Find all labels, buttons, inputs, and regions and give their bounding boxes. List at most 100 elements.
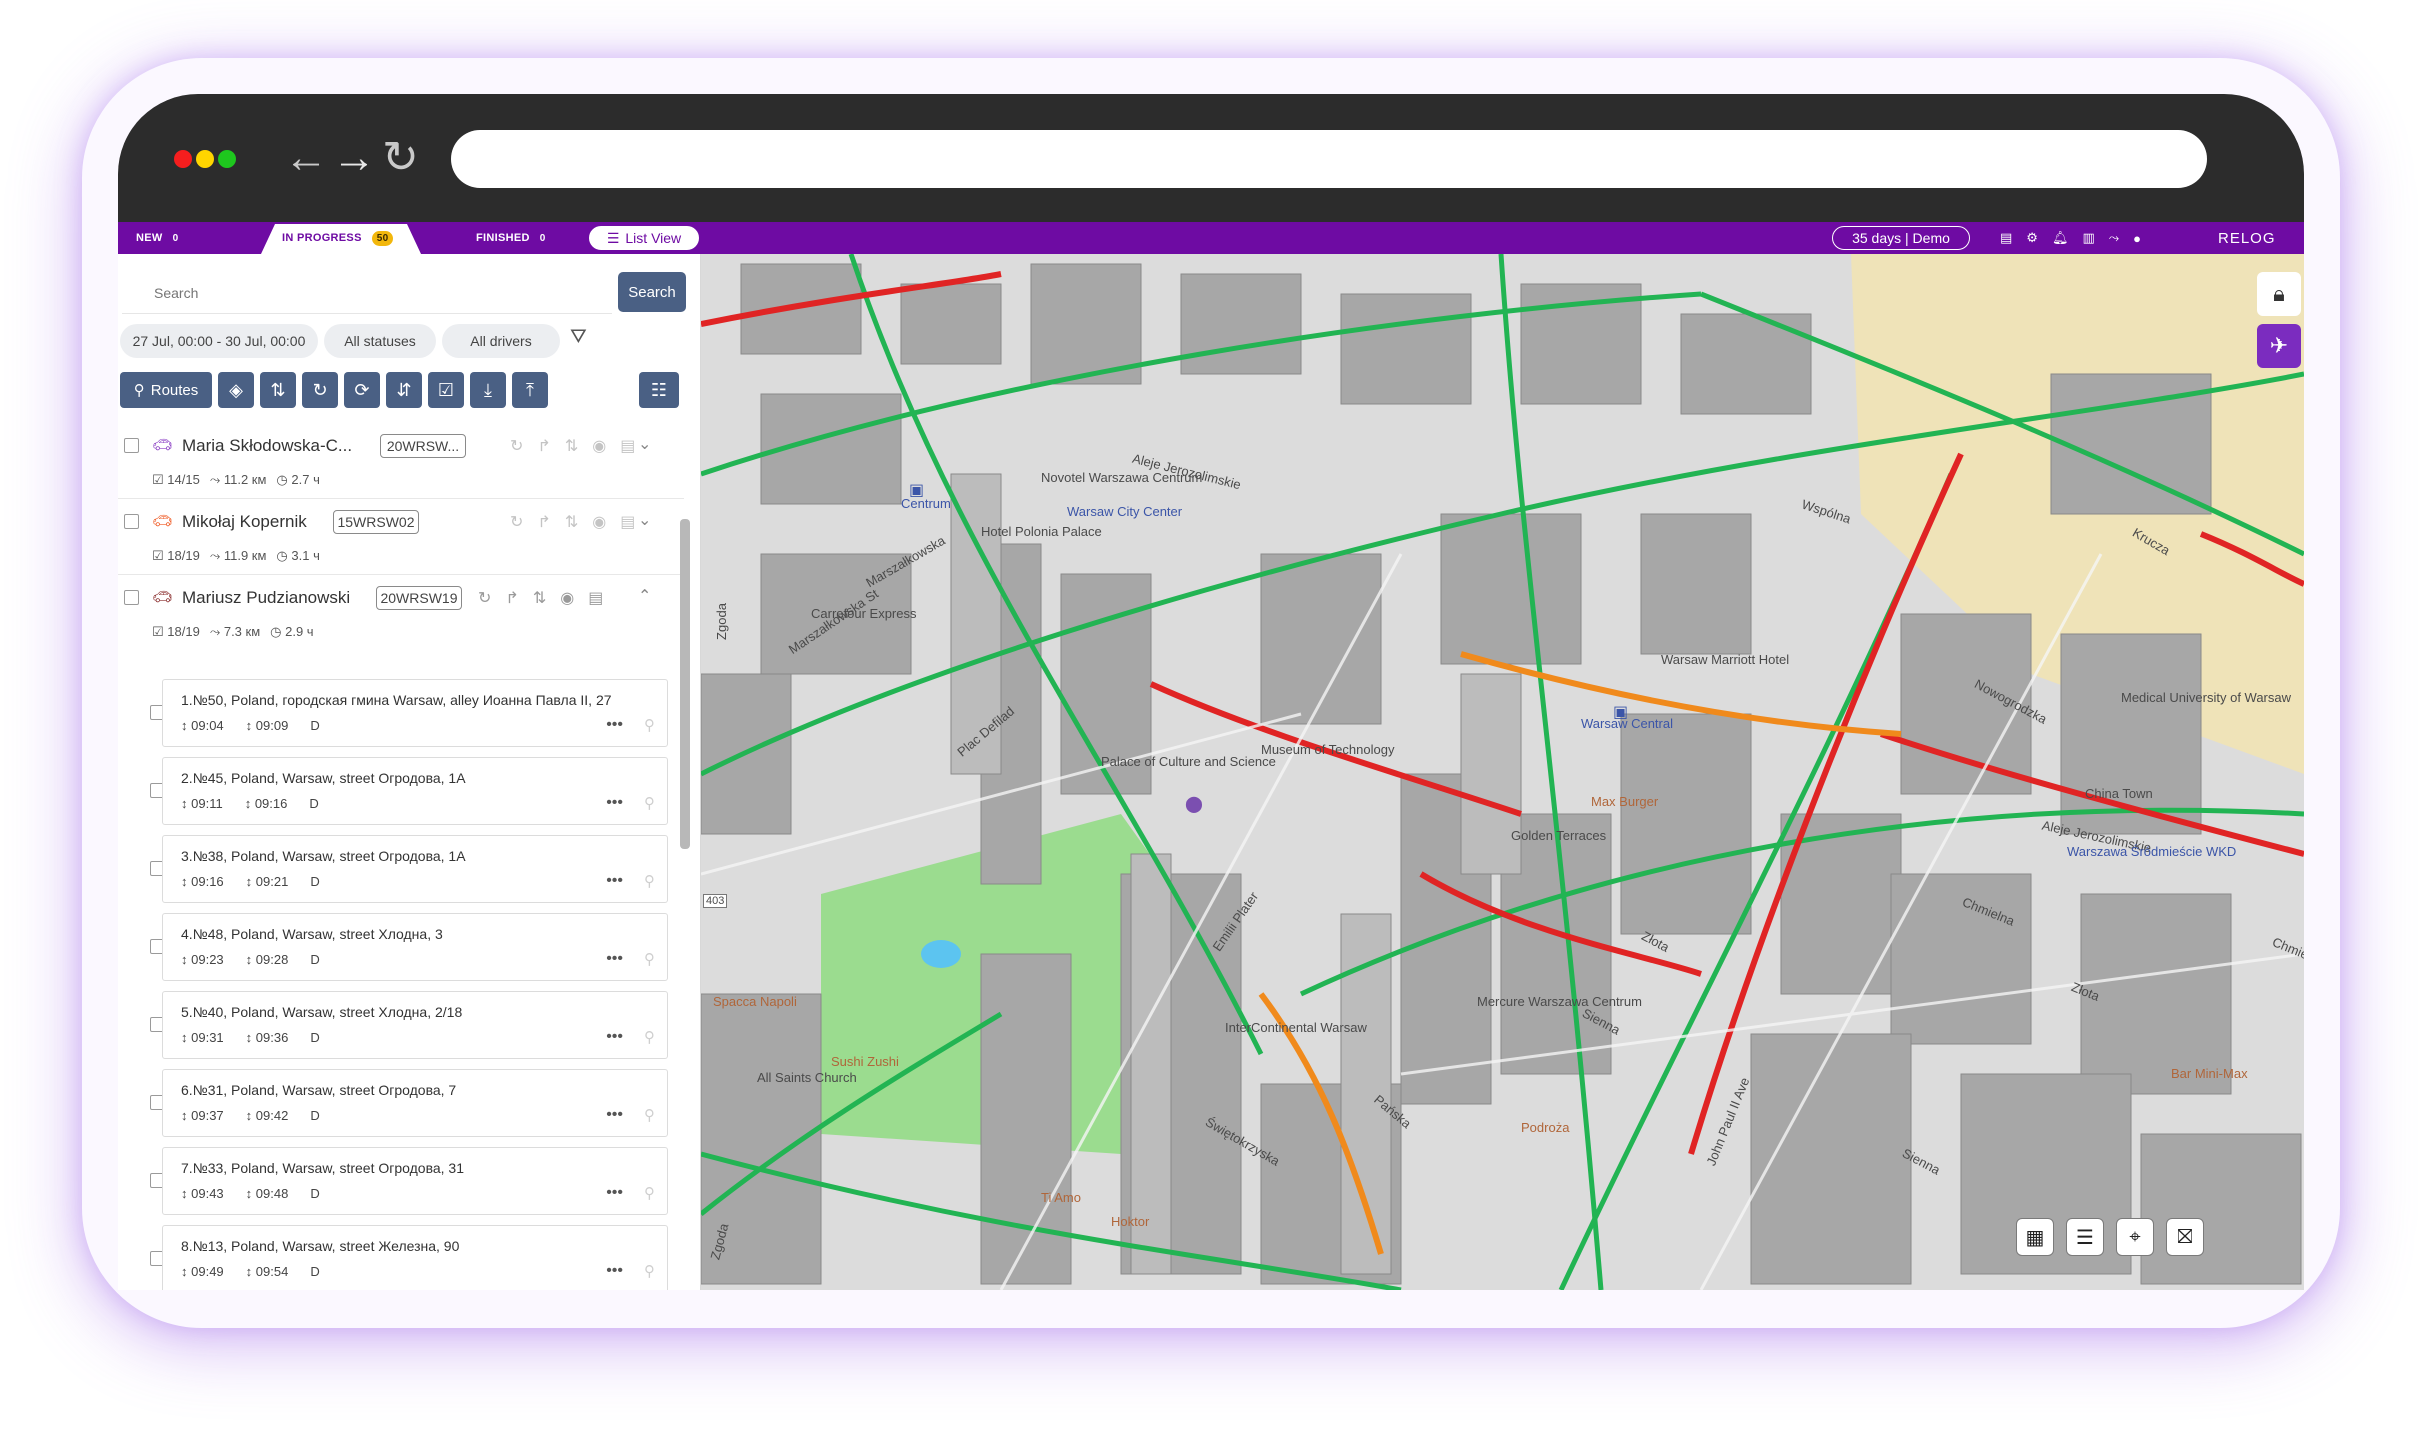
back-arrow-icon[interactable]: ← (284, 130, 328, 186)
route-row[interactable]: 🚗︎ Mikołaj Kopernik 15WRSW02 ↻ ↱ ⇅ ◉ ▤ ⌄… (118, 500, 684, 575)
stop-times: ↕ 09:11 ↕ 09:16 D (181, 796, 319, 811)
gear-icon[interactable]: ⚙ (2026, 230, 2038, 246)
turn-icon[interactable]: ↱ (537, 512, 550, 532)
close-dot[interactable] (174, 150, 192, 168)
arrival-time: 09:37 (191, 1108, 224, 1123)
more-icon[interactable]: ••• (606, 1106, 623, 1124)
scrollbar[interactable] (680, 519, 690, 849)
map-label: Carrefour Express (811, 606, 917, 621)
stop-card[interactable]: 1.№50, Poland, городская гмина Warsaw, a… (162, 679, 668, 747)
tab-finished[interactable]: FINISHED 0 (476, 222, 546, 254)
stop-card[interactable]: 4.№48, Poland, Warsaw, street Хлодна, 3 ↕… (162, 913, 668, 981)
eye-icon[interactable]: ◉ (592, 512, 606, 532)
stop-card[interactable]: 5.№40, Poland, Warsaw, street Хлодна, 2/… (162, 991, 668, 1059)
search-input[interactable] (122, 272, 612, 314)
stop-card[interactable]: 2.№45, Poland, Warsaw, street Огродова, … (162, 757, 668, 825)
maximize-dot[interactable] (218, 150, 236, 168)
turn-icon[interactable]: ↱ (537, 436, 550, 456)
bell-icon[interactable]: 🔔︎ (2052, 230, 2069, 246)
pin-icon[interactable]: ⚲ (644, 950, 655, 968)
optimize-icon[interactable]: ◈ (218, 372, 254, 408)
route-optimize-icon[interactable]: ✈ (2257, 324, 2301, 368)
refresh-icon[interactable]: ↻ (478, 588, 491, 608)
map-label: Novotel Warszawa Centrum (1041, 470, 1203, 485)
print-icon[interactable]: ▤ (620, 436, 635, 456)
turn-icon[interactable]: ↱ (505, 588, 518, 608)
pin-icon[interactable]: ⚲ (644, 716, 655, 734)
more-icon[interactable]: ••• (606, 716, 623, 734)
pin-icon[interactable]: ⚲ (644, 1028, 655, 1046)
route-checkbox[interactable] (124, 590, 139, 605)
stop-type: D (310, 1264, 320, 1279)
chevron-down-icon[interactable]: ⌄ (638, 434, 651, 454)
museum-pin-icon[interactable]: ⬤ (1185, 794, 1203, 814)
status-filter[interactable]: All statuses (324, 324, 436, 358)
reload-history-icon[interactable]: ⟳ (344, 372, 380, 408)
pin-icon[interactable]: ⚲ (644, 794, 655, 812)
refresh-icon[interactable]: ↻ (510, 436, 523, 456)
reload-icon[interactable]: ↻ (382, 130, 419, 186)
route-row-expanded[interactable]: 🚗︎ Mariusz Pudzianowski 20WRSW19 ↻ ↱ ⇅ ◉… (118, 576, 684, 650)
route-row[interactable]: 🚗︎ Maria Skłodowska-C... 20WRSW... ↻ ↱ ⇅… (118, 424, 684, 499)
plan-badge[interactable]: 35 days | Demo (1832, 226, 1970, 250)
user-icon[interactable]: ● (2133, 231, 2141, 246)
car-icon: 🚗︎ (152, 437, 173, 454)
funnel-icon[interactable]: ⛛ (570, 326, 587, 349)
stop-card[interactable]: 6.№31, Poland, Warsaw, street Огродова, … (162, 1069, 668, 1137)
more-icon[interactable]: ••• (606, 1262, 623, 1280)
chart-icon[interactable]: ▥ (2082, 230, 2094, 246)
eye-icon[interactable]: ◉ (560, 588, 574, 608)
refresh-icon[interactable]: ↻ (510, 512, 523, 532)
sort-icon[interactable]: ⇅ (260, 372, 296, 408)
routes-button[interactable]: ⚲ Routes (120, 372, 212, 408)
lock-icon[interactable]: 🔒︎ (2257, 272, 2301, 316)
stop-times: ↕ 09:49 ↕ 09:54 D (181, 1264, 320, 1279)
tab-in-progress[interactable]: IN PROGRESS 50 (282, 222, 394, 254)
more-icon[interactable]: ••• (606, 1184, 623, 1202)
stop-card[interactable]: 8.№13, Poland, Warsaw, street Железна, 9… (162, 1225, 668, 1290)
chevron-down-icon[interactable]: ⌄ (638, 510, 651, 530)
forward-arrow-icon[interactable]: → (332, 130, 376, 186)
eye-icon[interactable]: ◉ (592, 436, 606, 456)
drivers-filter[interactable]: All drivers (442, 324, 560, 358)
route-checkbox[interactable] (124, 438, 139, 453)
search-button[interactable]: Search (618, 272, 686, 312)
sort-icon[interactable]: ⇅ (565, 436, 578, 456)
tab-new[interactable]: NEW 0 (136, 222, 178, 254)
pin-icon[interactable]: ⚲ (644, 1106, 655, 1124)
more-icon[interactable]: ••• (606, 1028, 623, 1046)
more-icon[interactable]: ••• (606, 872, 623, 890)
route-map-icon[interactable]: ⛝ (2166, 1218, 2204, 1256)
chevron-up-icon[interactable]: ⌃ (638, 586, 651, 606)
route-checkbox[interactable] (124, 514, 139, 529)
download-icon[interactable]: ⤓ (470, 372, 506, 408)
map-view[interactable]: Centrum Warsaw City Center Aleje Jerozol… (701, 254, 2304, 1290)
print-icon[interactable]: ▤ (620, 512, 635, 532)
table-icon[interactable]: ▦ (2016, 1218, 2054, 1256)
stop-card[interactable]: 3.№38, Poland, Warsaw, street Огродова, … (162, 835, 668, 903)
pin-icon[interactable]: ⚲ (644, 1184, 655, 1202)
pin-icon[interactable]: ⚲ (644, 1262, 655, 1280)
address-bar[interactable] (451, 130, 2207, 188)
more-icon[interactable]: ••• (606, 794, 623, 812)
stop-times: ↕ 09:43 ↕ 09:48 D (181, 1186, 320, 1201)
stop-card[interactable]: 7.№33, Poland, Warsaw, street Огродова, … (162, 1147, 668, 1215)
route-icon[interactable]: ⤳ (2109, 230, 2119, 246)
sort-icon[interactable]: ⇅ (533, 588, 546, 608)
sort-icon[interactable]: ⇅ (565, 512, 578, 532)
pin-icon[interactable]: ⚲ (644, 872, 655, 890)
print-icon[interactable]: ▤ (588, 588, 603, 608)
minimize-dot[interactable] (196, 150, 214, 168)
document-icon[interactable]: ▤ (2000, 230, 2012, 246)
more-icon[interactable]: ••• (606, 950, 623, 968)
date-range-filter[interactable]: 27 Jul, 00:00 - 30 Jul, 00:00 (120, 324, 318, 358)
list-view-button[interactable]: ☰ List View (589, 226, 699, 250)
map-pin-icon[interactable]: ⌖ (2116, 1218, 2154, 1256)
refresh-icon[interactable]: ↻ (302, 372, 338, 408)
list-icon[interactable]: ☰ (2066, 1218, 2104, 1256)
upload-icon[interactable]: ⤒ (512, 372, 548, 408)
stop-address: 1.№50, Poland, городская гмина Warsaw, a… (181, 692, 612, 708)
list-settings-icon[interactable]: ☷ (639, 372, 679, 408)
sort-numeric-icon[interactable]: ⇵ (386, 372, 422, 408)
checklist-icon[interactable]: ☑ (428, 372, 464, 408)
